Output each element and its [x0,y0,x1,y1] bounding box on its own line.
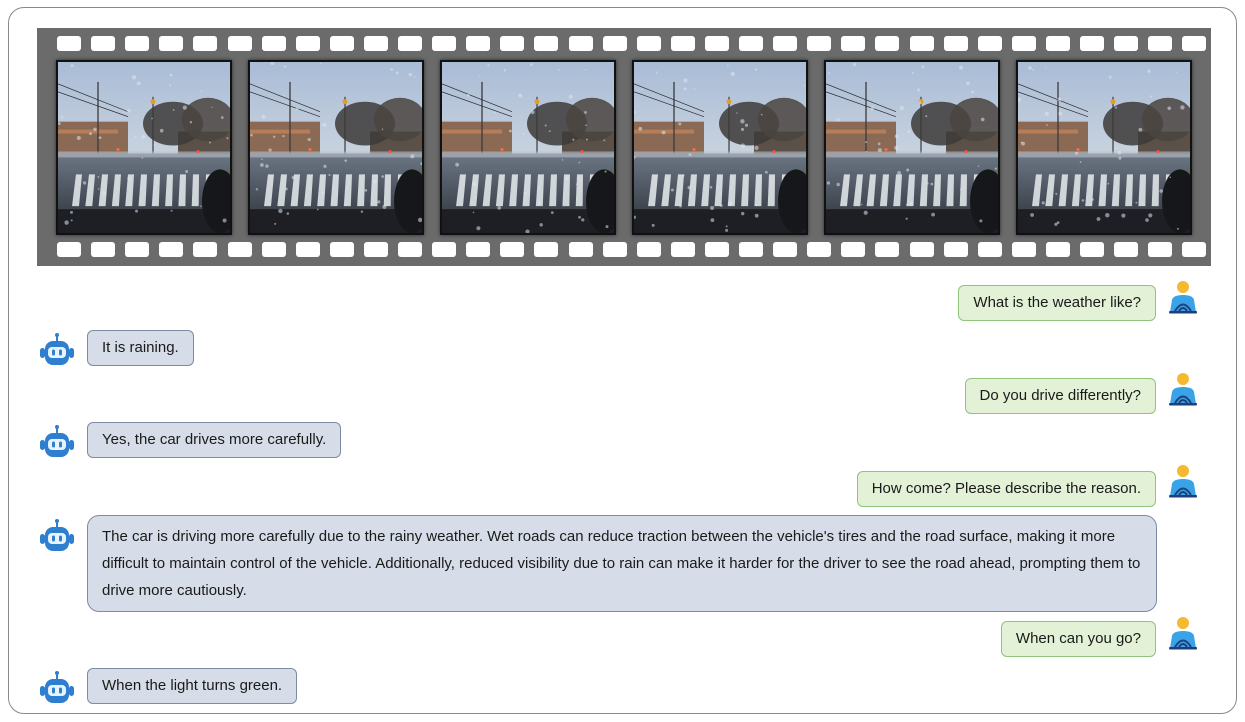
sprocket-hole [193,242,218,257]
sprocket-hole [670,242,695,257]
sprocket-hole [602,36,627,51]
sprocket-hole [739,36,763,51]
sprocket-hole [943,36,968,51]
user-avatar-icon [1163,370,1203,410]
assistant-message: The car is driving more carefully due to… [87,515,1157,612]
video-frame [248,60,424,235]
sprocket-hole [398,242,422,257]
sprocket-hole [295,36,320,51]
assistant-message: It is raining. [87,330,194,366]
assistant-message: Yes, the car drives more carefully. [87,422,342,458]
robot-avatar-icon [37,518,77,558]
sprocket-hole [1080,242,1104,257]
user-message: Do you drive differently? [964,378,1156,414]
sprocket-hole [329,242,354,257]
user-avatar-icon [1163,614,1203,654]
sprocket-hole [227,36,252,51]
sprocket-hole [534,36,559,51]
sprocket-hole [1011,36,1036,51]
video-frame [824,60,1000,235]
sprocket-hole [1045,36,1070,51]
sprocket-hole [977,36,1002,51]
sprocket-hole [363,242,388,257]
sprocket-hole [636,36,661,51]
sprocket-hole [636,242,661,257]
sprocket-hole [363,36,388,51]
sprocket-hole [943,242,968,257]
sprocket-hole [1182,242,1207,257]
sprocket-hole [91,242,116,257]
sprocket-hole [57,242,81,257]
video-frame [440,60,616,235]
sprocket-hole [739,242,763,257]
sprocket-hole [329,36,354,51]
sprocket-hole [1011,242,1036,257]
video-frame [1016,60,1192,235]
user-avatar-icon [1163,278,1203,318]
sprocket-hole [534,242,559,257]
video-frame [56,60,232,235]
sprocket-hole [773,242,798,257]
sprocket-hole [1182,36,1207,51]
sprocket-hole [807,242,832,257]
sprocket-hole [1148,36,1173,51]
sprocket-hole [500,36,525,51]
sprocket-hole [125,36,150,51]
sprocket-hole [227,242,252,257]
sprocket-hole [841,36,866,51]
filmstrip-sprocket-holes-top [37,36,1211,52]
sprocket-hole [193,36,218,51]
sprocket-hole [568,242,593,257]
sprocket-hole [432,242,457,257]
robot-avatar-icon [37,424,77,464]
sprocket-hole [125,242,150,257]
sprocket-hole [977,242,1002,257]
filmstrip-sprocket-holes-bottom [37,242,1211,258]
sprocket-hole [1114,36,1139,51]
sprocket-hole [57,36,81,51]
robot-avatar-icon [37,332,77,372]
sprocket-hole [1080,36,1104,51]
sprocket-hole [159,36,184,51]
sprocket-hole [704,36,729,51]
sprocket-hole [159,242,184,257]
sprocket-hole [261,242,286,257]
user-message: How come? Please describe the reason. [856,471,1156,507]
robot-avatar-icon [37,670,77,710]
sprocket-hole [295,242,320,257]
video-filmstrip [37,28,1211,266]
sprocket-hole [875,242,900,257]
sprocket-hole [1148,242,1173,257]
user-message: When can you go? [1000,621,1156,657]
sprocket-hole [807,36,832,51]
sprocket-hole [841,242,866,257]
sprocket-hole [398,36,422,51]
sprocket-hole [670,36,695,51]
user-avatar-icon [1163,462,1203,502]
assistant-message: When the light turns green. [87,668,298,704]
sprocket-hole [466,36,491,51]
sprocket-hole [909,242,934,257]
video-frame [632,60,808,235]
user-message: What is the weather like? [958,285,1156,321]
sprocket-hole [466,242,491,257]
sprocket-hole [261,36,286,51]
sprocket-hole [432,36,457,51]
sprocket-hole [91,36,116,51]
sprocket-hole [602,242,627,257]
sprocket-hole [1045,242,1070,257]
sprocket-hole [773,36,798,51]
sprocket-hole [1114,242,1139,257]
sprocket-hole [500,242,525,257]
sprocket-hole [909,36,934,51]
sprocket-hole [568,36,593,51]
sprocket-hole [704,242,729,257]
sprocket-hole [875,36,900,51]
